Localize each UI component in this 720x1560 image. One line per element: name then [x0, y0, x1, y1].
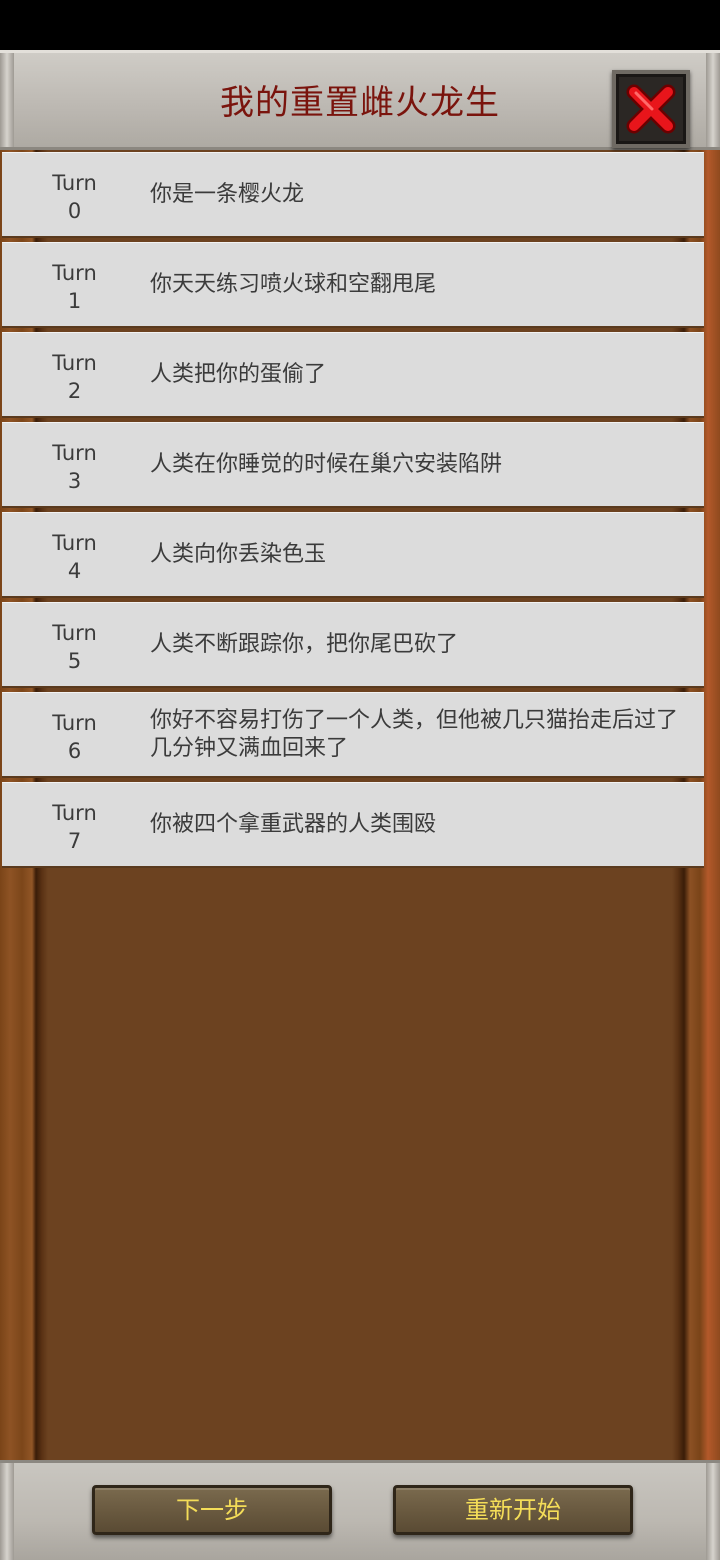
turn-word: Turn: [52, 351, 97, 375]
turn-row-3: Turn 3 人类在你睡觉的时候在巢穴安装陷阱: [2, 422, 704, 508]
turn-word: Turn: [52, 531, 97, 555]
turn-row-2: Turn 2 人类把你的蛋偷了: [2, 332, 704, 418]
turn-history-list: Turn 0 你是一条樱火龙 Turn 1 你天天练习喷火球和空翻甩尾 Turn…: [2, 152, 704, 872]
turn-event-text: 你天天练习喷火球和空翻甩尾: [150, 272, 437, 297]
turn-word: Turn: [52, 621, 97, 645]
turn-row-7: Turn 7 你被四个拿重武器的人类围殴: [2, 782, 704, 868]
turn-event-text: 人类向你丢染色玉: [150, 542, 327, 567]
turn-event-text: 人类把你的蛋偷了: [150, 362, 327, 387]
turn-row-0: Turn 0 你是一条樱火龙: [2, 152, 704, 238]
turn-word: Turn: [52, 711, 97, 735]
turn-word: Turn: [52, 441, 97, 465]
turn-row-5: Turn 5 人类不断跟踪你，把你尾巴砍了: [2, 602, 704, 688]
turn-number: 2: [67, 379, 82, 403]
close-button[interactable]: [612, 70, 690, 148]
turn-event-text: 你被四个拿重武器的人类围殴: [150, 812, 437, 837]
turn-word: Turn: [52, 171, 97, 195]
turn-event-text: 你好不容易打伤了一个人类，但他被几只猫抬走后过了几分钟又满血回来了: [150, 708, 679, 761]
turn-number: 0: [67, 199, 82, 223]
turn-row-4: Turn 4 人类向你丢染色玉: [2, 512, 704, 598]
turn-number: 6: [67, 739, 82, 763]
turn-event-text: 你是一条樱火龙: [150, 182, 305, 207]
turn-label: Turn 7: [22, 799, 127, 855]
next-step-button[interactable]: 下一步: [92, 1485, 332, 1535]
close-icon: [626, 84, 676, 134]
turn-label: Turn 2: [22, 349, 127, 405]
turn-word: Turn: [52, 801, 97, 825]
turn-row-1: Turn 1 你天天练习喷火球和空翻甩尾: [2, 242, 704, 328]
turn-label: Turn 5: [22, 619, 127, 675]
turn-number: 5: [67, 649, 82, 673]
turn-label: Turn 4: [22, 529, 127, 585]
turn-number: 7: [67, 829, 82, 853]
turn-label: Turn 0: [22, 169, 127, 225]
turn-word: Turn: [52, 261, 97, 285]
status-bar: [0, 0, 720, 50]
turn-number: 3: [67, 469, 82, 493]
turn-number: 1: [67, 289, 82, 313]
turn-label: Turn 3: [22, 439, 127, 495]
turn-event-text: 人类在你睡觉的时候在巢穴安装陷阱: [150, 452, 503, 477]
turn-label: Turn 1: [22, 259, 127, 315]
turn-number: 4: [67, 559, 82, 583]
restart-button[interactable]: 重新开始: [393, 1485, 633, 1535]
turn-label: Turn 6: [22, 709, 127, 765]
turn-event-text: 人类不断跟踪你，把你尾巴砍了: [150, 632, 459, 657]
turn-row-6: Turn 6 你好不容易打伤了一个人类，但他被几只猫抬走后过了几分钟又满血回来了: [2, 692, 704, 778]
